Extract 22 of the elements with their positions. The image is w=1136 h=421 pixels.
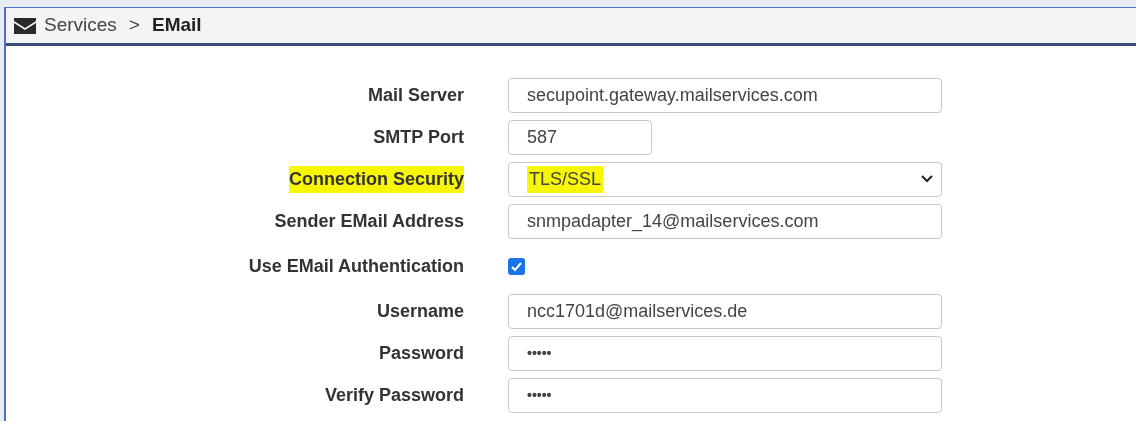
input-field[interactable]: secupoint.gateway.mailservices.com [508,77,942,113]
field-label: Password [378,341,464,365]
password-field[interactable]: ••••• [508,377,942,413]
field-label: Username [376,299,464,323]
breadcrumb-link[interactable]: Services [44,11,117,40]
envelope-icon [14,17,36,34]
field-label: Sender EMail Address [274,209,464,233]
input-field[interactable]: 587 [508,119,652,155]
input-field[interactable]: snmpadapter_14@mailservices.com [508,203,942,239]
input-field[interactable]: ncc1701d@mailservices.de [508,293,942,329]
breadcrumb-separator: > [127,13,141,38]
breadcrumb-current: EMail [151,13,202,38]
password-field[interactable]: ••••• [508,335,942,371]
chevron-down-icon [921,175,933,183]
field-label: Use EMail Authentication [248,254,464,278]
field-label: SMTP Port [373,125,464,149]
field-label: Verify Password [324,383,464,407]
checkbox[interactable] [508,257,525,275]
field-label: Mail Server [367,83,464,107]
selected-value: TLS/SSL [527,165,604,193]
dropdown[interactable]: TLS/SSL [508,161,942,197]
field-label: Connection Security [288,165,464,193]
